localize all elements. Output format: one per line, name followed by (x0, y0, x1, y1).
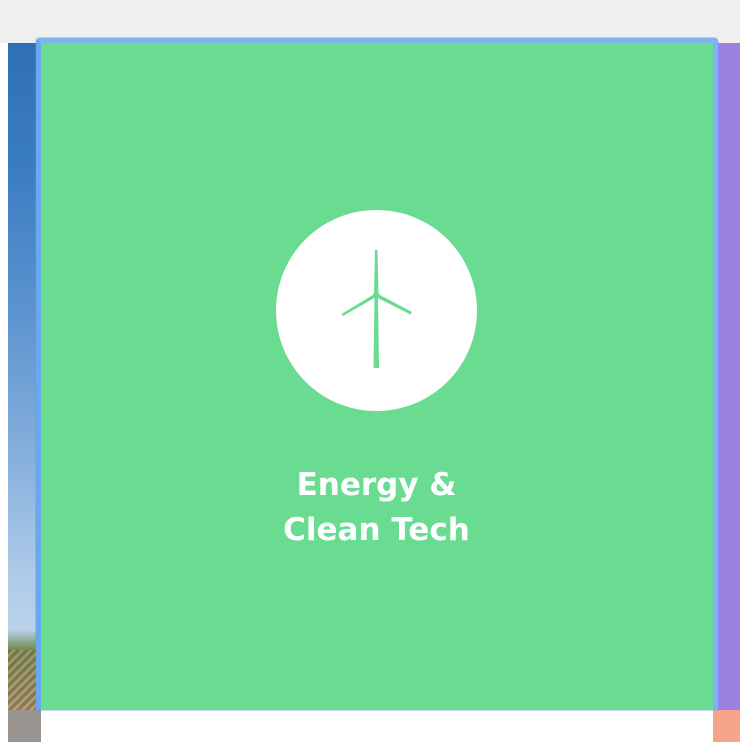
icon-circle (276, 210, 477, 411)
previous-tile-footer (8, 710, 41, 742)
card-title-line-1: Energy & (296, 467, 457, 503)
card-title-line-2: Clean Tech (283, 512, 470, 548)
page: Energy & Clean Tech (0, 0, 740, 742)
next-tile-footer (713, 710, 740, 742)
card-title: Energy & Clean Tech (0, 463, 740, 553)
wind-turbine-icon (341, 250, 412, 368)
top-bar (0, 0, 740, 43)
